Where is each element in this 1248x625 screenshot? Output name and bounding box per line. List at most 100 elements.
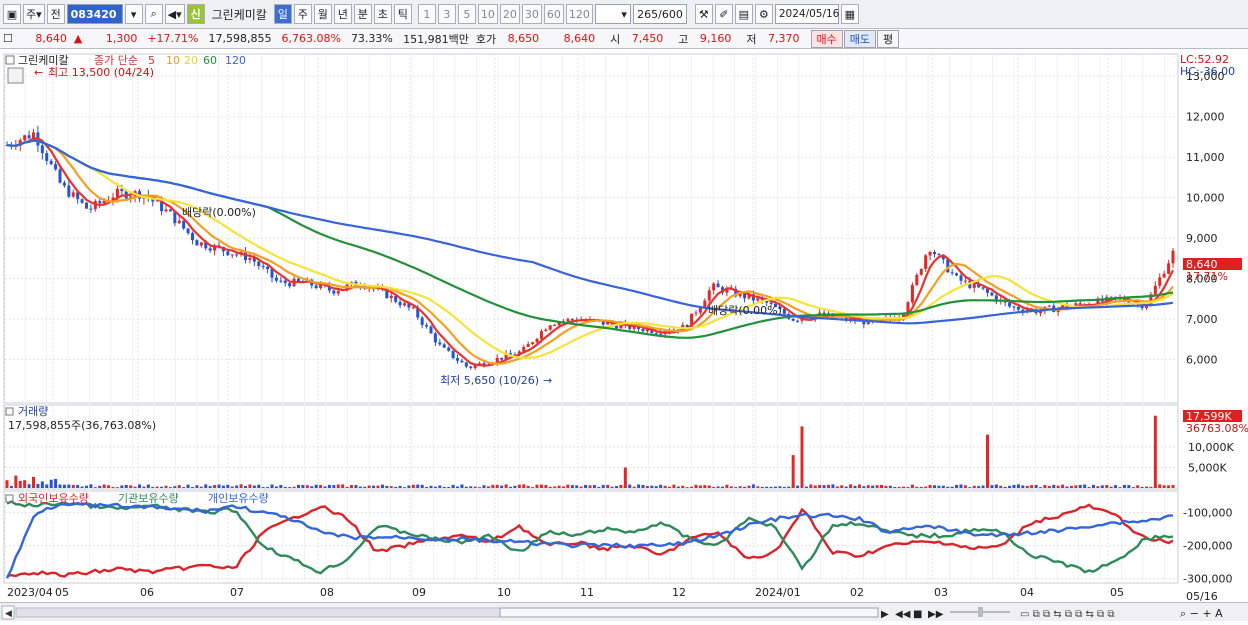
layout-tools-icon: ▭ ⧉ ⧉ ⇆ ⧉ ⧉ ⇆ ⧉ ⧉ (1020, 609, 1114, 620)
volume-bar (442, 486, 446, 488)
interval-5[interactable]: 5 (457, 4, 476, 24)
candle-body (1012, 306, 1016, 308)
tab-period-month[interactable]: 월 (313, 4, 332, 24)
candle-body (279, 280, 283, 282)
tab-period-tick[interactable]: 틱 (393, 4, 412, 24)
volume-bar (787, 486, 791, 488)
calendar-icon[interactable]: ▦ (840, 4, 859, 24)
volume-bar (796, 485, 800, 488)
volume-bar (433, 486, 437, 488)
volume-bar (1171, 485, 1175, 488)
interval-10[interactable]: 10 (477, 4, 498, 24)
period-select[interactable]: 주 ▾ (23, 4, 45, 24)
interval-30[interactable]: 30 (521, 4, 542, 24)
candle-body (712, 283, 716, 291)
volume-bar (1158, 484, 1162, 488)
volume-bar (115, 487, 119, 488)
volume-bar (213, 485, 217, 488)
chart-svg[interactable]: 2023/04 05 06 07 08 09 10 11 12 2024/01 02 03 04 056,… (0, 50, 1248, 603)
tab-period-second[interactable]: 초 (373, 4, 392, 24)
volume-bar (866, 485, 870, 488)
prev-button[interactable]: 전 (46, 4, 65, 24)
candle-body (791, 318, 795, 321)
candle-body (155, 200, 159, 202)
volume-bar (570, 485, 574, 488)
volume-last-pct: 36763.08% (1186, 422, 1248, 435)
candle-body (469, 366, 473, 368)
chart-settings-icon[interactable] (7, 67, 24, 84)
interval-120[interactable]: 120 (565, 4, 593, 24)
volume-bar (937, 485, 941, 488)
volume-bar (915, 486, 919, 488)
volume-bar (584, 484, 588, 488)
tab-period-day[interactable]: 일 (273, 4, 292, 24)
volume-bar (133, 486, 137, 488)
volume-bar (138, 484, 141, 488)
volume-bar (950, 486, 954, 488)
layout-icon[interactable]: ▣ (3, 4, 21, 24)
candle-body (195, 240, 199, 246)
volume-bar (1118, 487, 1122, 488)
count-field[interactable]: 265/600 (632, 4, 687, 24)
settings-icon[interactable]: ⚙ (754, 4, 773, 24)
candle-body (464, 362, 468, 367)
volume-bar (535, 484, 539, 488)
candle-body (1162, 273, 1166, 278)
eval-button[interactable]: 평 (877, 29, 900, 48)
volume-info: 17,598,855주(36,763.08%) (8, 419, 156, 432)
volume-bar (562, 486, 565, 488)
volume-bar (217, 484, 221, 488)
checkbox[interactable]: ☐ (0, 32, 16, 45)
candle-body (1016, 306, 1020, 310)
stock-code-input[interactable]: 083420 (66, 4, 123, 24)
x-tick-label: 2023/04 (7, 586, 53, 599)
candle-body (438, 342, 442, 345)
scrollbar-svg[interactable]: ◀ ▶ ◀◀ ■ ▶▶ ▭ ⧉ ⧉ ⇆ ⧉ ⧉ ⇆ ⧉ ⧉ ⌕ − + A (0, 603, 1248, 622)
volume-spike-bar (800, 426, 804, 488)
volume-bar (230, 486, 234, 488)
tab-period-week[interactable]: 주 (293, 4, 312, 24)
interval-60[interactable]: 60 (543, 4, 564, 24)
sell-button[interactable]: 매도 (843, 29, 877, 48)
candle-body (937, 254, 941, 256)
candle-body (208, 248, 212, 251)
volume-bar (120, 485, 124, 488)
volume-bar (588, 485, 592, 488)
volume-bar (389, 486, 393, 488)
volume-bar (151, 486, 155, 488)
candle-body (1167, 263, 1171, 274)
volume-bar (1162, 485, 1166, 488)
search-icon[interactable]: ⌕ (144, 4, 163, 24)
x-tick-label: 04 (1020, 586, 1034, 599)
code-dropdown-icon[interactable]: ▾ (124, 4, 143, 24)
custom-interval-input[interactable]: ▾ (594, 4, 631, 24)
date-input[interactable]: 2024/05/16 (774, 4, 839, 24)
sound-icon[interactable]: ◀▾ (164, 4, 185, 24)
volume-bar (685, 487, 689, 488)
interval-1[interactable]: 1 (417, 4, 436, 24)
legend-individual: 개인보유수량 (208, 492, 269, 505)
volume-bar (778, 486, 782, 488)
volume-bar (85, 485, 88, 488)
tab-period-year[interactable]: 년 (333, 4, 352, 24)
candle-type-icon[interactable]: ⚒ (694, 4, 713, 24)
volume-bar (270, 484, 274, 488)
volume-bar (1083, 484, 1087, 488)
volume-bar (486, 486, 490, 488)
volume-bar (482, 485, 486, 488)
candle-body (98, 201, 102, 204)
interval-20[interactable]: 20 (499, 4, 520, 24)
volume-bar (76, 484, 80, 488)
volume-bar (14, 475, 18, 488)
x-tick-label: 10 (497, 586, 511, 599)
candle-body (659, 333, 663, 335)
interval-3[interactable]: 3 (437, 4, 456, 24)
save-icon[interactable]: ▤ (734, 4, 753, 24)
tab-period-minute[interactable]: 분 (353, 4, 372, 24)
draw-tool-icon[interactable]: ✐ (714, 4, 733, 24)
volume-bar (610, 486, 614, 488)
volume-bar (526, 485, 530, 488)
volume-bar (668, 486, 671, 488)
ma-20-label: 20 (184, 54, 198, 67)
buy-button[interactable]: 매수 (810, 29, 843, 48)
